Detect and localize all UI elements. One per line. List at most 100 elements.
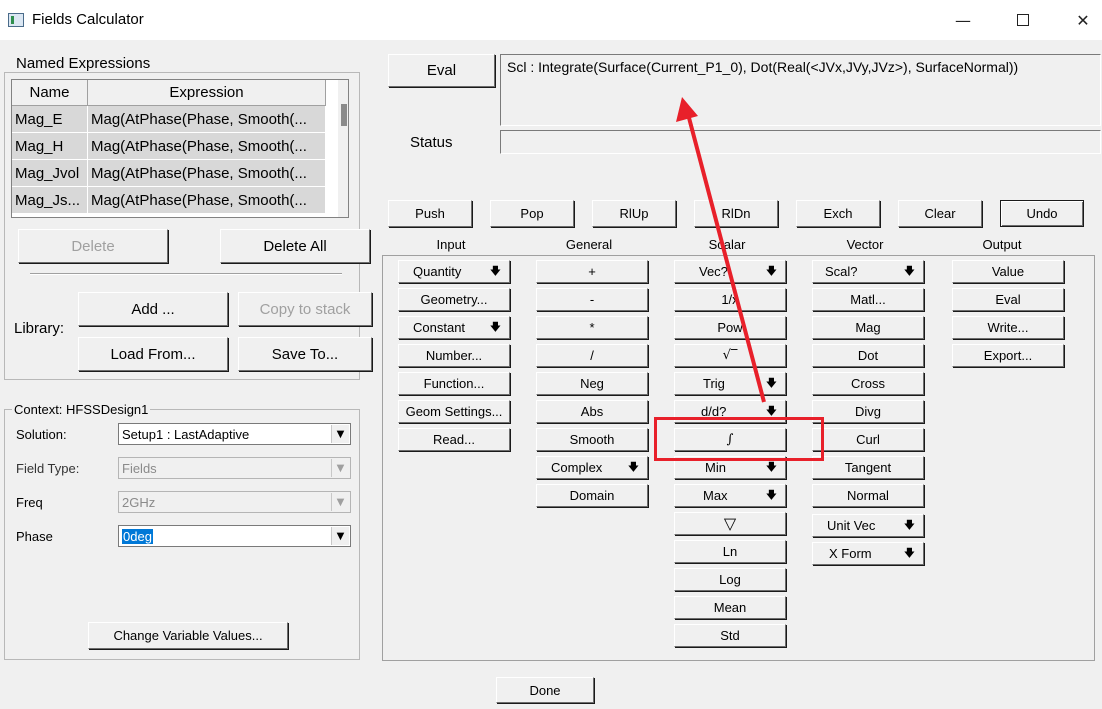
column-header-name[interactable]: Name — [12, 80, 88, 106]
mean-button[interactable]: Mean — [674, 596, 786, 619]
sqrt-button[interactable]: √‾ — [674, 344, 786, 367]
arrow-down-icon: 🡇 — [765, 376, 777, 389]
ln-button[interactable]: Ln — [674, 540, 786, 563]
geom-settings-button[interactable]: Geom Settings... — [398, 400, 510, 423]
unit-vec-button[interactable]: Unit Vec 🡇 — [812, 514, 924, 537]
save-to-button[interactable]: Save To... — [238, 337, 372, 371]
column-header-expression[interactable]: Expression — [88, 80, 326, 106]
solution-select[interactable]: Setup1 : LastAdaptive ▼ — [118, 423, 351, 445]
chevron-down-icon[interactable]: ▼ — [331, 425, 349, 443]
table-scrollbar[interactable] — [338, 80, 348, 217]
domain-button[interactable]: Domain — [536, 484, 648, 507]
function-button[interactable]: Function... — [398, 372, 510, 395]
value-button[interactable]: Value — [952, 260, 1064, 283]
chevron-down-icon[interactable]: ▼ — [331, 459, 349, 477]
table-row-name[interactable]: Mag_Jvol — [12, 160, 88, 187]
unit-vec-label: Unit Vec — [827, 518, 876, 533]
write-button[interactable]: Write... — [952, 316, 1064, 339]
pow-button[interactable]: Pow — [674, 316, 786, 339]
curl-button[interactable]: Curl — [812, 428, 924, 451]
std-button[interactable]: Std — [674, 624, 786, 647]
table-row-expression[interactable]: Mag(AtPhase(Phase, Smooth(... — [88, 160, 326, 187]
max-button[interactable]: Max 🡇 — [674, 484, 786, 507]
minimize-icon[interactable]: — — [940, 0, 986, 40]
abs-button[interactable]: Abs — [536, 400, 648, 423]
pop-button[interactable]: Pop — [490, 200, 574, 227]
done-button[interactable]: Done — [496, 677, 594, 703]
close-icon[interactable]: ✕ — [1060, 0, 1102, 40]
phase-select[interactable]: 0deg ▼ — [118, 525, 351, 547]
cross-button[interactable]: Cross — [812, 372, 924, 395]
input-heading: Input — [436, 237, 466, 252]
multiply-operator-button[interactable]: * — [536, 316, 648, 339]
xform-button[interactable]: X Form 🡇 — [812, 542, 924, 565]
freq-select[interactable]: 2GHz ▼ — [118, 491, 351, 513]
trig-button[interactable]: Trig 🡇 — [674, 372, 786, 395]
change-variable-values-button[interactable]: Change Variable Values... — [88, 622, 288, 649]
expression-display: Scl : Integrate(Surface(Current_P1_0), D… — [500, 54, 1101, 126]
exchange-button[interactable]: Exch — [796, 200, 880, 227]
clear-button[interactable]: Clear — [898, 200, 982, 227]
table-row-expression[interactable]: Mag(AtPhase(Phase, Smooth(... — [88, 133, 326, 160]
complex-button[interactable]: Complex 🡇 — [536, 456, 648, 479]
solution-value: Setup1 : LastAdaptive — [122, 426, 250, 442]
divide-operator-button[interactable]: / — [536, 344, 648, 367]
scrollbar-thumb[interactable] — [341, 104, 347, 126]
read-button[interactable]: Read... — [398, 428, 510, 451]
neg-button[interactable]: Neg — [536, 372, 648, 395]
table-row-name[interactable]: Mag_E — [12, 106, 88, 133]
constant-label: Constant — [413, 320, 466, 335]
undo-button[interactable]: Undo — [1000, 200, 1084, 227]
chevron-down-icon[interactable]: ▼ — [331, 527, 349, 545]
export-button[interactable]: Export... — [952, 344, 1064, 367]
arrow-down-icon: 🡇 — [765, 488, 777, 501]
copy-to-stack-button[interactable]: Copy to stack — [238, 292, 372, 326]
phase-label: Phase — [16, 529, 53, 544]
add-button[interactable]: Add ... — [78, 292, 228, 326]
delete-all-button[interactable]: Delete All — [220, 229, 370, 263]
push-button[interactable]: Push — [388, 200, 472, 227]
matl-button[interactable]: Matl... — [812, 288, 924, 311]
field-type-select[interactable]: Fields ▼ — [118, 457, 351, 479]
scal-button[interactable]: Scal? 🡇 — [812, 260, 924, 283]
roll-down-button[interactable]: RlDn — [694, 200, 778, 227]
table-row-expression[interactable]: Mag(AtPhase(Phase, Smooth(... — [88, 106, 326, 133]
table-row-name[interactable]: Mag_Js... — [12, 187, 88, 214]
arrow-down-icon: 🡇 — [489, 264, 501, 277]
smooth-button[interactable]: Smooth — [536, 428, 648, 451]
status-display — [500, 130, 1101, 154]
divider — [30, 273, 342, 275]
output-eval-button[interactable]: Eval — [952, 288, 1064, 311]
delete-button[interactable]: Delete — [18, 229, 168, 263]
number-button[interactable]: Number... — [398, 344, 510, 367]
mag-button[interactable]: Mag — [812, 316, 924, 339]
scalar-heading: Scalar — [708, 237, 746, 252]
table-row-name[interactable]: Mag_H — [12, 133, 88, 160]
app-icon — [8, 13, 24, 27]
context-label: Context: HFSSDesign1 — [12, 402, 151, 417]
vec-button[interactable]: Vec? 🡇 — [674, 260, 786, 283]
phase-value[interactable]: 0deg — [122, 528, 153, 544]
quantity-button[interactable]: Quantity 🡇 — [398, 260, 510, 283]
geometry-button[interactable]: Geometry... — [398, 288, 510, 311]
output-heading: Output — [982, 237, 1022, 252]
divg-button[interactable]: Divg — [812, 400, 924, 423]
log-button[interactable]: Log — [674, 568, 786, 591]
reciprocal-button[interactable]: 1/x — [674, 288, 786, 311]
table-row-expression[interactable]: Mag(AtPhase(Phase, Smooth(... — [88, 187, 326, 214]
normal-button[interactable]: Normal — [812, 484, 924, 507]
eval-button[interactable]: Eval — [388, 54, 495, 87]
roll-up-button[interactable]: RlUp — [592, 200, 676, 227]
subtract-operator-button[interactable]: - — [536, 288, 648, 311]
chevron-down-icon[interactable]: ▼ — [331, 493, 349, 511]
tangent-button[interactable]: Tangent — [812, 456, 924, 479]
gradient-button[interactable]: ▽ — [674, 512, 786, 535]
add-operator-button[interactable]: + — [536, 260, 648, 283]
window-title: Fields Calculator — [32, 11, 144, 28]
named-expressions-table: Name Expression Mag_E Mag(AtPhase(Phase,… — [11, 79, 349, 218]
maximize-icon[interactable] — [1000, 0, 1046, 40]
complex-label: Complex — [551, 460, 603, 475]
dot-button[interactable]: Dot — [812, 344, 924, 367]
load-from-button[interactable]: Load From... — [78, 337, 228, 371]
constant-button[interactable]: Constant 🡇 — [398, 316, 510, 339]
